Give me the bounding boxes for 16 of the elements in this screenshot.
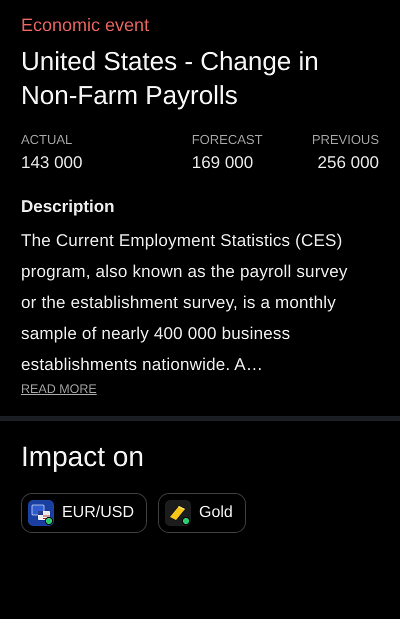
description-text: The Current Employment Statistics (CES) program, also known as the payroll survey or the establishment survey, is a monthly sample of nearly 400 000 business establishments nationwide. A… (21, 230, 349, 376)
stat-label: ACTUAL (21, 132, 74, 147)
event-category: Economic event (21, 14, 150, 37)
currency-flags-icon (28, 500, 54, 526)
stat-label: FORECAST (192, 132, 263, 147)
read-more-link[interactable]: READ MORE (21, 382, 97, 396)
stat-value: 143 000 (21, 153, 82, 173)
stat-value: 169 000 (192, 153, 254, 173)
ingot-icon (165, 500, 192, 526)
stat-value: 256 000 (318, 153, 379, 173)
section-heading: Impact on (21, 441, 145, 473)
asset-chip[interactable]: EUR/USD (21, 493, 148, 533)
event-title: United States - Change in Non-Farm Payrolls (21, 45, 320, 112)
stat-label: PREVIOUS (312, 132, 379, 147)
asset-chip[interactable]: Gold (158, 493, 246, 533)
section-heading: Description (21, 197, 116, 217)
